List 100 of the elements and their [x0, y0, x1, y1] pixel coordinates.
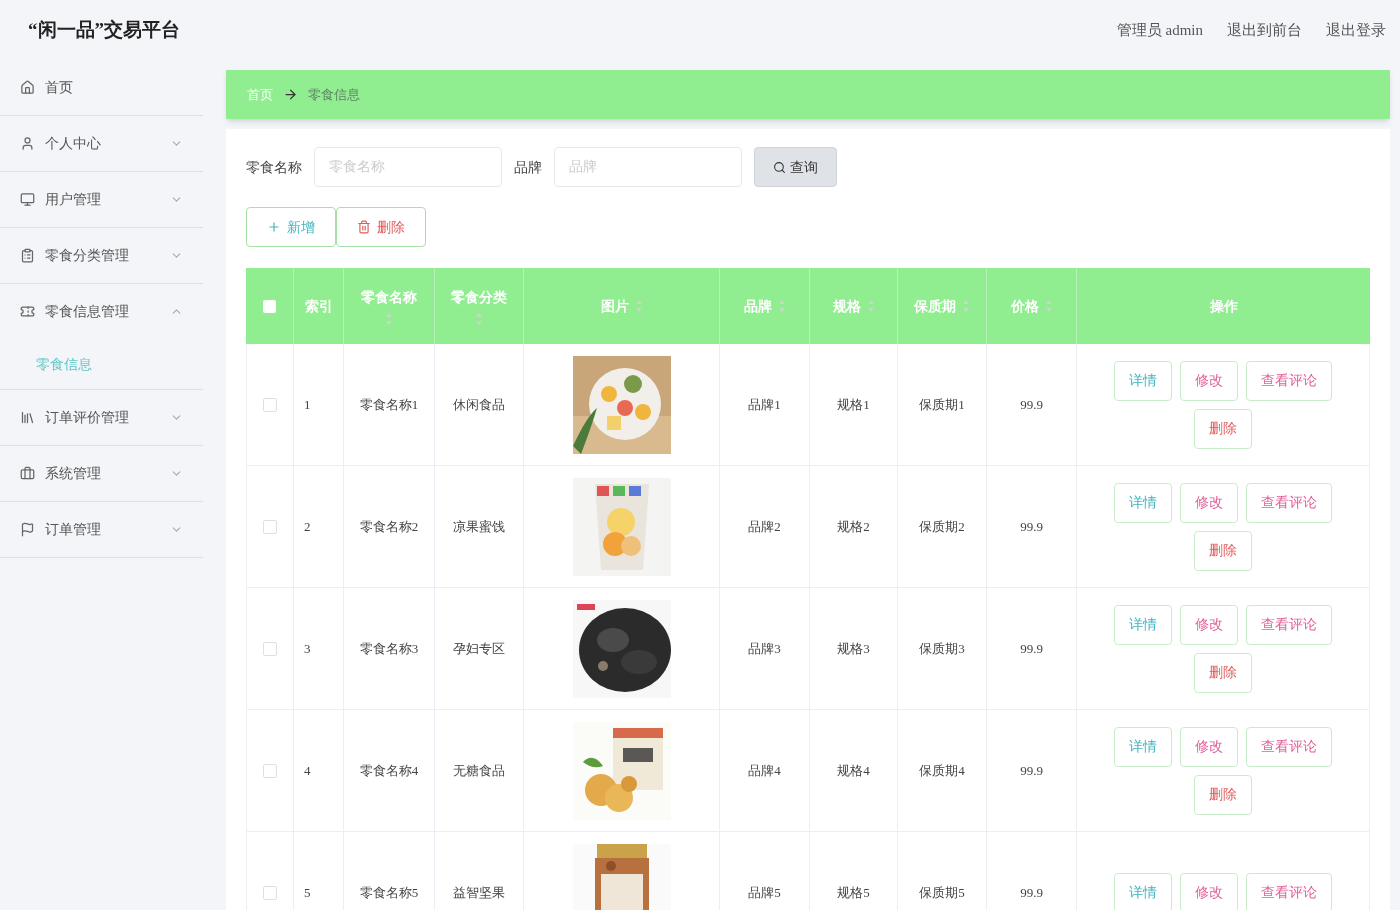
search-icon: [773, 160, 786, 174]
table-cell-text: 3: [304, 639, 311, 658]
delete-button[interactable]: 删除: [1194, 774, 1252, 815]
sidebar-item[interactable]: 用户管理: [0, 172, 203, 227]
table-cell-text: 99.9: [1020, 883, 1043, 902]
header-link[interactable]: 退出到前台: [1227, 18, 1302, 42]
table-cell-text: 99.9: [1020, 639, 1043, 658]
table-cell-text: 保质期1: [919, 395, 965, 414]
sort-icon[interactable]: [475, 311, 483, 326]
edit-button[interactable]: 修改: [1180, 726, 1238, 767]
table-cell-text: 保质期5: [919, 883, 965, 902]
column-header: 索引: [294, 268, 344, 344]
table-cell-text: 零食名称1: [359, 395, 419, 414]
table-cell-text: 99.9: [1020, 517, 1043, 536]
comments-button[interactable]: 查看评论: [1246, 482, 1332, 523]
table-cell-text: 5: [304, 883, 311, 902]
user-icon: [20, 136, 35, 151]
table-cell-text: 品牌4: [748, 761, 781, 780]
select-all-checkbox[interactable]: [263, 299, 276, 313]
table-cell-text: 品牌1: [748, 395, 781, 414]
field-label: 品牌: [514, 158, 542, 177]
books-icon: [20, 410, 35, 425]
add-button[interactable]: 新增: [246, 207, 336, 247]
table-cell-text: 保质期3: [919, 639, 965, 658]
sidebar-subitem[interactable]: 零食信息: [0, 339, 203, 389]
monitor-icon: [20, 192, 35, 207]
row-checkbox[interactable]: [263, 885, 277, 900]
sidebar-item[interactable]: 首页: [0, 60, 203, 115]
sort-icon[interactable]: [634, 299, 643, 313]
edit-button[interactable]: 修改: [1180, 482, 1238, 523]
table-cell-text: 99.9: [1020, 395, 1043, 414]
sort-icon[interactable]: [1044, 299, 1053, 313]
header-link[interactable]: 管理员 admin: [1116, 18, 1203, 42]
table-cell-text: 规格4: [837, 761, 870, 780]
breadcrumb-link[interactable]: 零食信息: [308, 84, 360, 105]
detail-button[interactable]: 详情: [1114, 360, 1172, 401]
comments-button[interactable]: 查看评论: [1246, 360, 1332, 401]
table-cell-text: 零食名称3: [359, 639, 419, 658]
table-cell-text: 保质期2: [919, 517, 965, 536]
row-checkbox[interactable]: [263, 397, 277, 412]
edit-button[interactable]: 修改: [1180, 360, 1238, 401]
sidebar-item[interactable]: 个人中心: [0, 116, 203, 171]
table-cell-text: 零食名称4: [359, 761, 419, 780]
comments-button[interactable]: 查看评论: [1246, 604, 1332, 645]
sort-icon[interactable]: [777, 299, 786, 313]
sidebar-item[interactable]: 订单管理: [0, 502, 203, 557]
delete-button[interactable]: 删除: [1194, 530, 1252, 571]
table-cell-text: 益智坚果: [453, 883, 505, 902]
table-cell-text: 规格2: [837, 517, 870, 536]
detail-button[interactable]: 详情: [1114, 726, 1172, 767]
edit-button[interactable]: 修改: [1180, 604, 1238, 645]
sidebar-item[interactable]: 零食分类管理: [0, 228, 203, 283]
clipboard-icon: [20, 248, 35, 263]
table-cell-text: 规格3: [837, 639, 870, 658]
sort-icon[interactable]: [962, 299, 970, 313]
table-cell-text: 品牌5: [748, 883, 781, 902]
arrow-icon: [283, 87, 298, 102]
table-cell-text: 凉果蜜饯: [453, 517, 505, 536]
field-label: 零食名称: [246, 158, 302, 177]
header-link[interactable]: 退出登录: [1326, 18, 1386, 42]
comments-button[interactable]: 查看评论: [1246, 726, 1332, 767]
flag-icon: [20, 522, 35, 537]
trash-icon: [357, 220, 371, 234]
sidebar-item[interactable]: 零食信息管理: [0, 284, 203, 339]
table-cell-text: 2: [304, 517, 311, 536]
delete-button[interactable]: 删除: [336, 207, 426, 247]
table-cell-text: 规格5: [837, 883, 870, 902]
sidebar-item[interactable]: 订单评价管理: [0, 390, 203, 445]
sidebar-item[interactable]: 系统管理: [0, 446, 203, 501]
row-checkbox[interactable]: [263, 641, 277, 656]
search-button[interactable]: 查询: [754, 147, 837, 187]
table-cell-text: 休闲食品: [453, 395, 505, 414]
sort-icon[interactable]: [866, 299, 875, 313]
table-cell-text: 规格1: [837, 395, 870, 414]
column-header: 操作: [1208, 297, 1239, 316]
detail-button[interactable]: 详情: [1114, 482, 1172, 523]
table-cell-text: 品牌2: [748, 517, 781, 536]
table-cell-text: 零食名称2: [359, 517, 419, 536]
ticket-icon: [20, 304, 35, 319]
row-checkbox[interactable]: [263, 763, 277, 778]
detail-button[interactable]: 详情: [1114, 872, 1172, 910]
table-cell-text: 孕妇专区: [453, 639, 505, 658]
app-title: “闲一品”交易平台: [28, 17, 180, 42]
table-cell-text: 99.9: [1020, 761, 1043, 780]
delete-button[interactable]: 删除: [1194, 408, 1252, 449]
detail-button[interactable]: 详情: [1114, 604, 1172, 645]
briefcase-icon: [20, 466, 35, 481]
table-cell-text: 保质期4: [919, 761, 965, 780]
table-cell-text: 零食名称5: [359, 883, 419, 902]
table-cell-text: 4: [304, 761, 311, 780]
row-checkbox[interactable]: [263, 519, 277, 534]
table-cell-text: 1: [304, 395, 311, 414]
sort-icon[interactable]: [385, 311, 393, 326]
home-icon: [20, 80, 35, 95]
edit-button[interactable]: 修改: [1180, 872, 1238, 910]
comments-button[interactable]: 查看评论: [1246, 872, 1332, 910]
table-cell-text: 品牌3: [748, 639, 781, 658]
table-cell-text: 无糖食品: [453, 761, 505, 780]
delete-button[interactable]: 删除: [1194, 652, 1252, 693]
plus-icon: [267, 220, 281, 234]
